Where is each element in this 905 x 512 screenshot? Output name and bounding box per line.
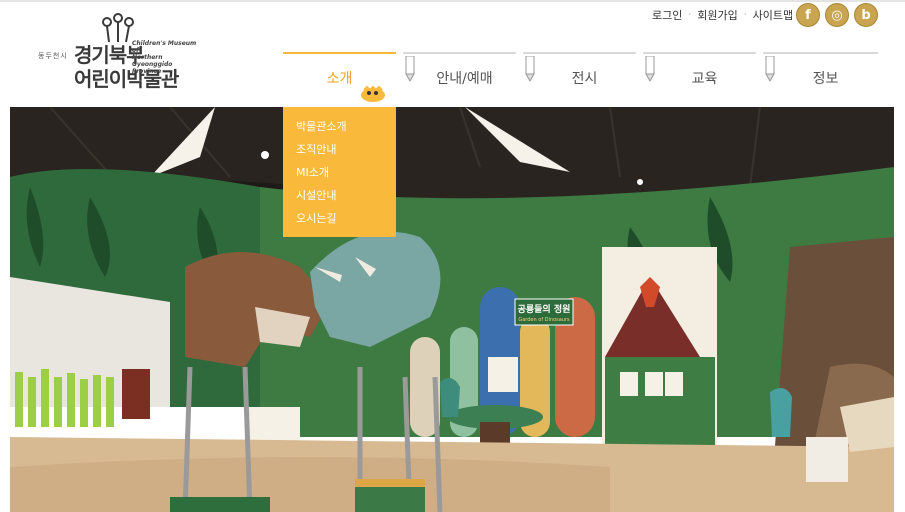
submenu-museum-intro[interactable]: 박물관소개 [283,119,396,142]
submenu-organization[interactable]: 조직안내 [283,142,396,165]
museum-logo[interactable]: 동두천시 경기북부 어린이박물관 Children's Museum of No… [36,12,206,92]
instagram-icon[interactable]: ◎ [825,3,849,27]
logo-city: 동두천시 [38,52,68,60]
login-link[interactable]: 로그인 [652,7,682,23]
nav-item-education[interactable]: 교육 [643,52,756,102]
exhibit-sign-sub: Garden of Dinosaurs [518,317,570,323]
nav-underline [643,52,756,54]
submenu-facilities[interactable]: 시설안내 [283,188,396,211]
separator: · [743,10,747,20]
nav-item-intro[interactable]: 소개 [283,52,396,102]
nav-label-info: 정보 [812,71,839,87]
nav-item-exhibit[interactable]: 전시 [523,52,636,102]
nav-underline [763,52,878,54]
mascot-icon [361,85,385,102]
nav-item-info[interactable]: 정보 [763,52,878,102]
logo-english: Children's Museum of Northern Gyeonggido… [132,40,197,75]
facebook-icon[interactable]: f [796,3,820,27]
util-nav: 로그인 · 회원가입 · 사이트맵 [652,8,793,22]
submenu-directions[interactable]: 오시는길 [283,211,396,234]
join-link[interactable]: 회원가입 [697,7,737,23]
nav-underline [523,52,636,54]
nav-item-guide[interactable]: 안내/예매 [403,52,516,102]
separator: · [688,10,692,20]
exhibit-sign: 공룡들의 정원 [518,303,571,315]
nav-underline [283,52,396,54]
nav-label-guide: 안내/예매 [436,71,493,87]
nav-label-exhibit: 전시 [571,71,598,87]
top-border [0,0,905,2]
nav-underline [403,52,516,54]
sitemap-link[interactable]: 사이트맵 [753,7,793,23]
submenu-mi[interactable]: MI소개 [283,165,396,188]
intro-submenu: 박물관소개 조직안내 MI소개 시설안내 오시는길 [283,107,396,237]
hero-image: 공룡들의 정원 Garden of Dinosaurs [10,107,894,512]
main-nav: 소개 안내/예매 전시 교육 정보 [283,52,878,102]
nav-label-education: 교육 [691,71,718,87]
museum-interior-illustration: 공룡들의 정원 Garden of Dinosaurs [10,107,894,512]
blog-icon[interactable]: b [854,3,878,27]
